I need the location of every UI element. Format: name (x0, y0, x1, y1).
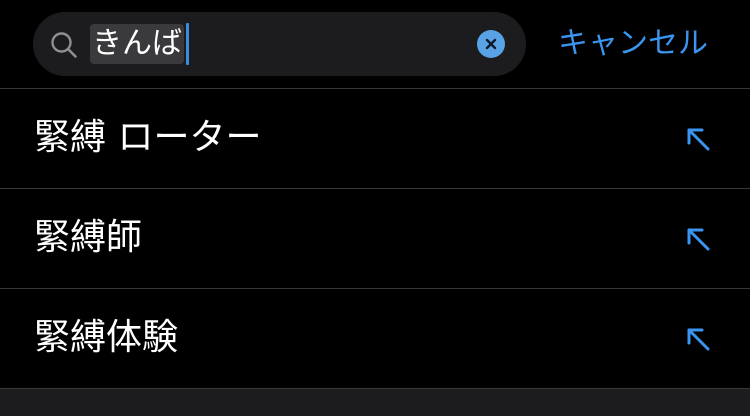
text-caret (186, 23, 189, 65)
cancel-button[interactable]: キャンセル (558, 24, 708, 64)
search-field[interactable]: きんば (33, 12, 526, 76)
suggestion-label: 緊縛 ローター (34, 117, 262, 158)
suggestion-row[interactable]: 緊縛 ローター (0, 89, 750, 189)
suggestion-list: 緊縛 ローター 緊縛師 緊縛体験 (0, 89, 750, 389)
arrow-up-left-icon[interactable] (682, 223, 714, 255)
search-icon (50, 31, 78, 59)
search-bar-row: きんば キャンセル (0, 0, 750, 88)
suggestion-label: 緊縛師 (34, 217, 143, 258)
search-input[interactable]: きんば (90, 23, 189, 65)
clear-search-button[interactable] (477, 30, 505, 58)
suggestion-row[interactable]: 緊縛体験 (0, 289, 750, 389)
search-query-text: きんば (90, 24, 184, 64)
arrow-up-left-icon[interactable] (682, 123, 714, 155)
suggestion-label: 緊縛体験 (34, 317, 179, 358)
section-footer (0, 389, 750, 416)
search-screen: きんば キャンセル 緊縛 ローター 緊縛師 緊縛体験 (0, 0, 750, 416)
arrow-up-left-icon[interactable] (682, 323, 714, 355)
x-icon (485, 38, 497, 50)
suggestion-row[interactable]: 緊縛師 (0, 189, 750, 289)
